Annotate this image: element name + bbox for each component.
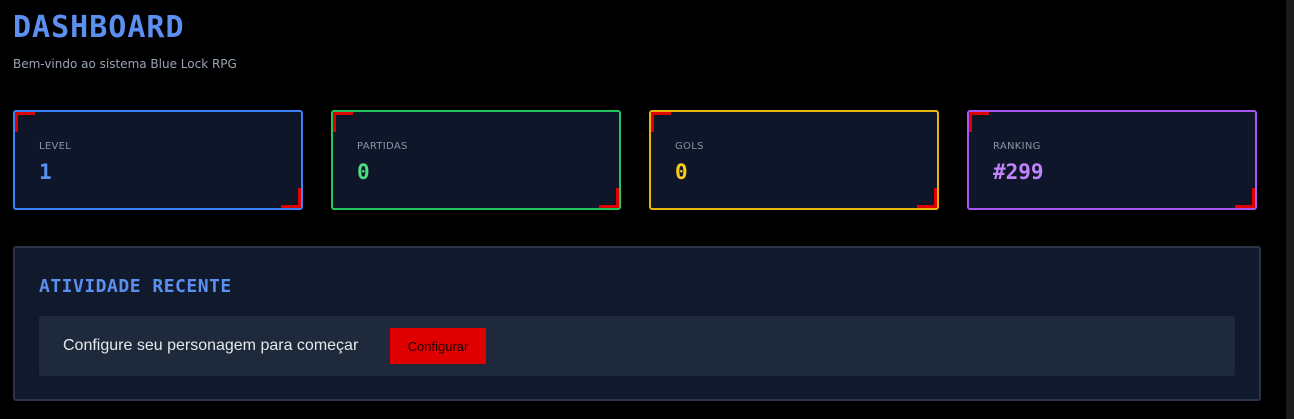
recent-activity-panel: ATIVIDADE RECENTE Configure seu personag… [13,246,1261,401]
stat-card-ranking: RANKING #299 [967,110,1257,210]
corner-accent-bottom-right [281,188,301,208]
corner-accent-top-left [15,112,35,132]
corner-accent-top-left [333,112,353,132]
stat-label-gols: GOLS [675,141,704,152]
stat-label-ranking: RANKING [993,141,1041,152]
activity-message: Configure seu personagem para começar [63,337,359,354]
corner-accent-bottom-right [1235,188,1255,208]
stat-card-gols: GOLS 0 [649,110,939,210]
page-subtitle: Bem-vindo ao sistema Blue Lock RPG [13,57,237,71]
page-title: DASHBOARD [13,10,185,45]
stat-label-level: LEVEL [39,141,72,152]
corner-accent-bottom-right [917,188,937,208]
page-scrollbar[interactable] [1286,0,1294,419]
corner-accent-top-left [969,112,989,132]
corner-accent-top-left [651,112,671,132]
dashboard-page: DASHBOARD Bem-vindo ao sistema Blue Lock… [0,0,1286,419]
stat-card-partidas: PARTIDAS 0 [331,110,621,210]
stat-card-level: LEVEL 1 [13,110,303,210]
activity-item: Configure seu personagem para começar Co… [39,316,1235,376]
recent-activity-title: ATIVIDADE RECENTE [39,276,232,297]
stat-label-partidas: PARTIDAS [357,141,408,152]
corner-accent-bottom-right [599,188,619,208]
stat-value-gols: 0 [675,160,688,184]
stat-value-ranking: #299 [993,160,1044,184]
stat-value-partidas: 0 [357,160,370,184]
stat-value-level: 1 [39,160,52,184]
configure-button[interactable]: Configurar [390,328,486,364]
